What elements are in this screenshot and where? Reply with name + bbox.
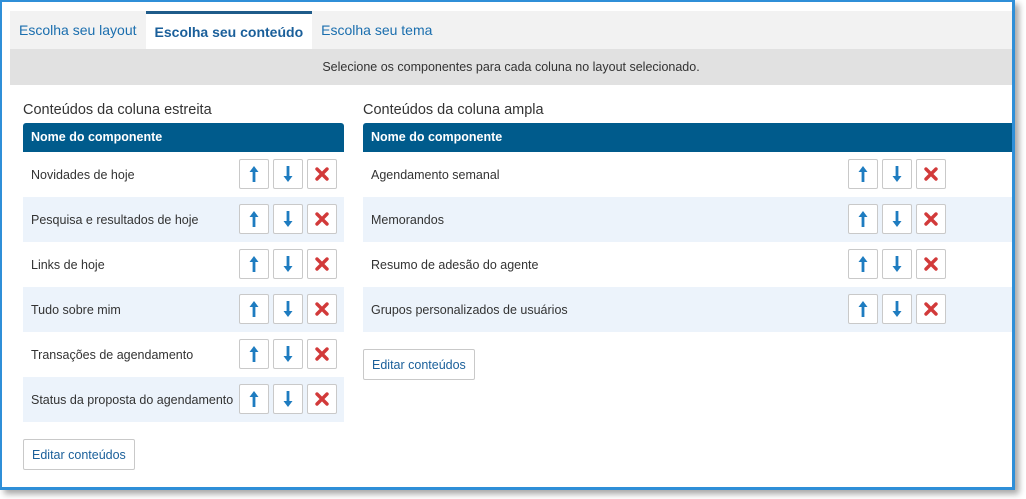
arrow-up-icon xyxy=(248,255,260,273)
tab-choose-theme[interactable]: Escolha seu tema xyxy=(312,11,441,49)
narrow-column: Conteúdos da coluna estreita Nome do com… xyxy=(23,101,344,422)
dialog-frame: Escolha seu layout Escolha seu conteúdo … xyxy=(0,0,1015,490)
row-actions xyxy=(239,339,337,369)
arrow-down-icon xyxy=(891,300,903,318)
arrow-up-icon xyxy=(248,345,260,363)
row-actions xyxy=(848,294,946,324)
arrow-down-icon xyxy=(891,210,903,228)
move-down-button[interactable] xyxy=(273,204,303,234)
move-down-button[interactable] xyxy=(273,159,303,189)
instruction-text: Selecione os componentes para cada colun… xyxy=(322,60,700,74)
arrow-up-icon xyxy=(857,165,869,183)
move-up-button[interactable] xyxy=(239,204,269,234)
remove-button[interactable] xyxy=(916,249,946,279)
arrow-down-icon xyxy=(282,165,294,183)
remove-button[interactable] xyxy=(916,204,946,234)
arrow-down-icon xyxy=(282,390,294,408)
move-up-button[interactable] xyxy=(239,384,269,414)
move-down-button[interactable] xyxy=(273,339,303,369)
arrow-up-icon xyxy=(857,255,869,273)
narrow-edit-contents-button[interactable]: Editar conteúdos xyxy=(23,439,135,470)
move-up-button[interactable] xyxy=(848,159,878,189)
instruction-bar: Selecione os componentes para cada colun… xyxy=(10,49,1012,85)
remove-button[interactable] xyxy=(307,159,337,189)
narrow-component-row: Status da proposta do agendamento xyxy=(23,377,344,422)
row-actions xyxy=(848,249,946,279)
narrow-column-header: Nome do componente xyxy=(23,123,344,152)
move-up-button[interactable] xyxy=(848,249,878,279)
remove-button[interactable] xyxy=(307,249,337,279)
move-up-button[interactable] xyxy=(848,204,878,234)
move-up-button[interactable] xyxy=(848,294,878,324)
narrow-column-rows: Novidades de hoje Pesquisa e resultados d… xyxy=(23,152,344,422)
arrow-down-icon xyxy=(282,300,294,318)
remove-button[interactable] xyxy=(916,294,946,324)
arrow-up-icon xyxy=(857,300,869,318)
arrow-up-icon xyxy=(857,210,869,228)
close-x-icon xyxy=(315,302,329,316)
move-up-button[interactable] xyxy=(239,294,269,324)
arrow-up-icon xyxy=(248,300,260,318)
row-actions xyxy=(239,384,337,414)
move-down-button[interactable] xyxy=(882,249,912,279)
move-up-button[interactable] xyxy=(239,249,269,279)
wide-component-row: Agendamento semanal xyxy=(363,152,1012,197)
arrow-down-icon xyxy=(282,255,294,273)
row-actions xyxy=(239,294,337,324)
wide-component-row: Resumo de adesão do agente xyxy=(363,242,1012,287)
close-x-icon xyxy=(924,212,938,226)
move-down-button[interactable] xyxy=(882,159,912,189)
move-down-button[interactable] xyxy=(273,249,303,279)
row-actions xyxy=(848,204,946,234)
close-x-icon xyxy=(315,257,329,271)
close-x-icon xyxy=(315,392,329,406)
close-x-icon xyxy=(924,167,938,181)
arrow-down-icon xyxy=(891,165,903,183)
narrow-component-row: Tudo sobre mim xyxy=(23,287,344,332)
close-x-icon xyxy=(924,302,938,316)
close-x-icon xyxy=(315,347,329,361)
row-actions xyxy=(239,249,337,279)
narrow-column-title: Conteúdos da coluna estreita xyxy=(23,102,212,118)
remove-button[interactable] xyxy=(307,384,337,414)
wide-component-row: Grupos personalizados de usuários xyxy=(363,287,1012,332)
move-down-button[interactable] xyxy=(273,384,303,414)
close-x-icon xyxy=(315,167,329,181)
remove-button[interactable] xyxy=(307,339,337,369)
remove-button[interactable] xyxy=(307,294,337,324)
move-down-button[interactable] xyxy=(273,294,303,324)
remove-button[interactable] xyxy=(916,159,946,189)
move-up-button[interactable] xyxy=(239,339,269,369)
wide-column: Conteúdos da coluna ampla Nome do compon… xyxy=(363,101,1012,332)
tab-choose-layout[interactable]: Escolha seu layout xyxy=(10,11,146,49)
remove-button[interactable] xyxy=(307,204,337,234)
wide-column-title: Conteúdos da coluna ampla xyxy=(363,102,544,118)
row-actions xyxy=(848,159,946,189)
row-actions xyxy=(239,159,337,189)
move-down-button[interactable] xyxy=(882,294,912,324)
wide-edit-contents-button[interactable]: Editar conteúdos xyxy=(363,349,475,380)
close-x-icon xyxy=(315,212,329,226)
arrow-down-icon xyxy=(891,255,903,273)
wide-column-header: Nome do componente xyxy=(363,123,1012,152)
narrow-component-row: Novidades de hoje xyxy=(23,152,344,197)
move-up-button[interactable] xyxy=(239,159,269,189)
move-down-button[interactable] xyxy=(882,204,912,234)
tab-choose-content[interactable]: Escolha seu conteúdo xyxy=(145,11,313,49)
narrow-component-row: Links de hoje xyxy=(23,242,344,287)
narrow-component-row: Pesquisa e resultados de hoje xyxy=(23,197,344,242)
arrow-down-icon xyxy=(282,345,294,363)
tab-bar: Escolha seu layout Escolha seu conteúdo … xyxy=(10,11,1012,49)
wide-column-rows: Agendamento semanal Memorandos Resumo de a… xyxy=(363,152,1012,332)
arrow-down-icon xyxy=(282,210,294,228)
row-actions xyxy=(239,204,337,234)
wide-component-row: Memorandos xyxy=(363,197,1012,242)
close-x-icon xyxy=(924,257,938,271)
arrow-up-icon xyxy=(248,390,260,408)
arrow-up-icon xyxy=(248,210,260,228)
arrow-up-icon xyxy=(248,165,260,183)
narrow-component-row: Transações de agendamento xyxy=(23,332,344,377)
